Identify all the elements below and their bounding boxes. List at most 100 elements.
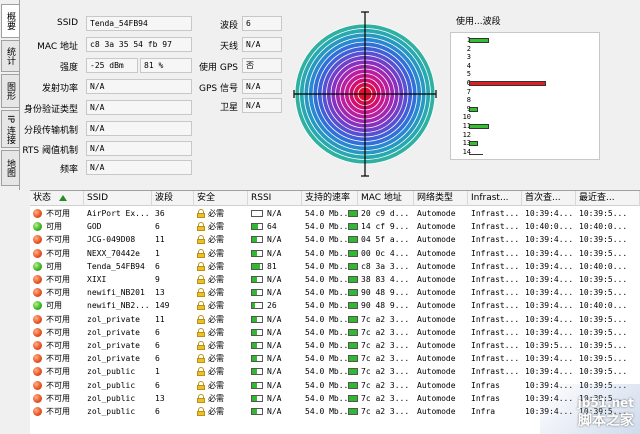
infrastructure-cell: Infrast...	[471, 314, 520, 324]
rate-cell: 54.0 Mb...	[302, 326, 358, 339]
tab-label: IP 连接	[5, 114, 15, 144]
lock-body	[197, 305, 205, 311]
rssi-cell: N/A	[248, 326, 302, 339]
mac-cell: 7c a2 3...	[361, 380, 410, 390]
rssi-meter	[251, 408, 263, 415]
table-row[interactable]: 可用 newifi_NB2... 149 必需 26 54.0 Mb... 90 48 9.…	[30, 299, 640, 312]
mac-cell: 7c a2 3...	[361, 354, 410, 364]
table-row[interactable]: 不可用 NEXX_70442e 1 必需 N/A 54.0 Mb... 00 0c 4...…	[30, 247, 640, 260]
security-text: 必需	[208, 407, 224, 416]
rssi-text: 26	[267, 301, 277, 311]
status-text: 不可用	[46, 407, 70, 416]
table-row[interactable]: 不可用 JCG-049D08 11 必需 N/A 54.0 Mb... 04 5f a...…	[30, 233, 640, 246]
column-header[interactable]: 波段	[152, 191, 194, 206]
info-value: 否	[242, 58, 282, 73]
tab-0[interactable]: 概要	[1, 4, 19, 38]
first-seen-cell: 10:39:4...	[525, 354, 574, 364]
rate-bar	[348, 276, 358, 283]
first-seen-cell: 10:39:4...	[525, 301, 574, 311]
unavailable-icon	[33, 393, 42, 403]
rate-bar	[348, 262, 358, 270]
column-header[interactable]: 状态	[30, 191, 84, 206]
rate-cell: 54.0 Mb...	[302, 247, 358, 260]
lock-body	[197, 239, 205, 245]
lock-body	[197, 318, 205, 324]
status-text: 不可用	[46, 235, 70, 245]
table-row[interactable]: 不可用 zol_private 6 必需 N/A 54.0 Mb... 7c a2 3...…	[30, 339, 640, 352]
channel-row: 9	[451, 105, 599, 113]
column-header[interactable]: MAC 地址	[358, 191, 414, 206]
unavailable-icon	[33, 380, 42, 390]
rssi-meter-fill	[252, 369, 257, 375]
tab-2[interactable]: 图形	[1, 74, 19, 108]
last-seen-cell: 10:39:5...	[579, 209, 628, 218]
tab-3[interactable]: IP 连接	[1, 110, 19, 148]
status-cell: 可用	[30, 220, 84, 233]
infrastructure-cell: Infrast...	[471, 354, 520, 364]
tab-4[interactable]: 地图	[1, 150, 19, 186]
column-header[interactable]: 最近查...	[576, 191, 640, 206]
column-header[interactable]: 网络类型	[414, 191, 468, 206]
column-header-label: 状态	[33, 193, 52, 203]
rssi-cell: N/A	[248, 365, 302, 378]
rate-bar	[348, 210, 358, 217]
security-text: 必需	[208, 380, 224, 390]
infrastructure-cell: Infrast...	[471, 209, 520, 218]
rssi-text: N/A	[267, 235, 282, 245]
info-label: SSID	[56, 18, 78, 28]
table-row[interactable]: 可用 GOD 6 必需 64 54.0 Mb... 14 cf 9... Automode In…	[30, 220, 640, 233]
table-row[interactable]: 不可用 zol_private 6 必需 N/A 54.0 Mb... 7c a2 3...…	[30, 352, 640, 365]
column-header[interactable]: SSID	[84, 191, 152, 206]
first-seen-cell: 10:39:4...	[525, 235, 574, 245]
rate-bar	[348, 342, 358, 349]
info-value: 6	[242, 16, 282, 31]
rssi-meter	[251, 328, 263, 336]
rssi-meter-fill	[252, 303, 255, 309]
rssi-meter-fill	[252, 263, 261, 269]
column-header[interactable]: 支持的速率	[302, 191, 358, 206]
security-text: 必需	[208, 248, 224, 258]
column-header[interactable]: 首次查...	[522, 191, 576, 206]
rate-bar	[348, 236, 358, 244]
column-header[interactable]: 安全	[194, 191, 248, 206]
last-seen-cell: 10:40:0...	[579, 222, 628, 232]
status-text: 不可用	[46, 248, 70, 258]
sort-ascending-icon	[59, 194, 68, 201]
last-seen-cell: 10:39:5...	[579, 235, 628, 245]
status-text: 可用	[46, 222, 62, 232]
security-text: 必需	[208, 261, 224, 271]
rssi-cell: N/A	[248, 273, 302, 286]
last-seen-cell: 10:39:5...	[579, 367, 628, 377]
infrastructure-cell: Infrast...	[471, 235, 520, 245]
mac-cell: 7c a2 3...	[361, 367, 410, 377]
channel-cell: 6	[155, 407, 160, 416]
channel-cell: 6	[155, 341, 160, 350]
first-seen-cell: 10:39:5...	[525, 341, 574, 350]
column-header[interactable]: RSSI	[248, 191, 302, 206]
rssi-meter-fill	[252, 250, 257, 256]
rssi-meter-fill	[252, 382, 257, 388]
rssi-text: N/A	[267, 248, 282, 258]
rate-bar	[348, 289, 358, 297]
table-row[interactable]: 不可用 zol_private 6 必需 N/A 54.0 Mb... 7c a2 3...…	[30, 326, 640, 339]
rate-cell: 54.0 Mb...	[302, 405, 358, 418]
ssid-cell: zol_private	[87, 354, 140, 364]
table-row[interactable]: 不可用 AirPort Ex... 36 必需 N/A 54.0 Mb... 20 c9 d…	[30, 207, 640, 220]
table-row[interactable]: 不可用 zol_public 1 必需 N/A 54.0 Mb... 7c a2 3... A…	[30, 365, 640, 378]
table-row[interactable]: 不可用 XIXI 9 必需 N/A 54.0 Mb... 38 83 4... Automod…	[30, 273, 640, 286]
tab-1[interactable]: 统计	[1, 40, 19, 72]
unavailable-icon	[33, 248, 42, 258]
info-label: 天线	[219, 42, 238, 52]
info-label: 分段传输机制	[23, 126, 78, 136]
security-cell: 必需	[194, 313, 248, 326]
table-row[interactable]: 不可用 newifi_NB201 13 必需 N/A 54.0 Mb... 90 48 9.…	[30, 286, 640, 299]
channel-cell: 13	[155, 288, 165, 298]
last-seen-cell: 10:39:5...	[579, 248, 628, 258]
security-cell: 必需	[194, 299, 248, 312]
lock-body	[197, 345, 205, 350]
table-row[interactable]: 不可用 zol_private 11 必需 N/A 54.0 Mb... 7c a2 3..…	[30, 313, 640, 326]
network-type-cell: Automode	[417, 327, 456, 337]
column-header[interactable]: Infrast...	[468, 191, 522, 206]
table-row[interactable]: 可用 Tenda_54FB94 6 必需 81 54.0 Mb... c8 3a 3... A…	[30, 260, 640, 273]
rssi-text: N/A	[267, 275, 282, 284]
